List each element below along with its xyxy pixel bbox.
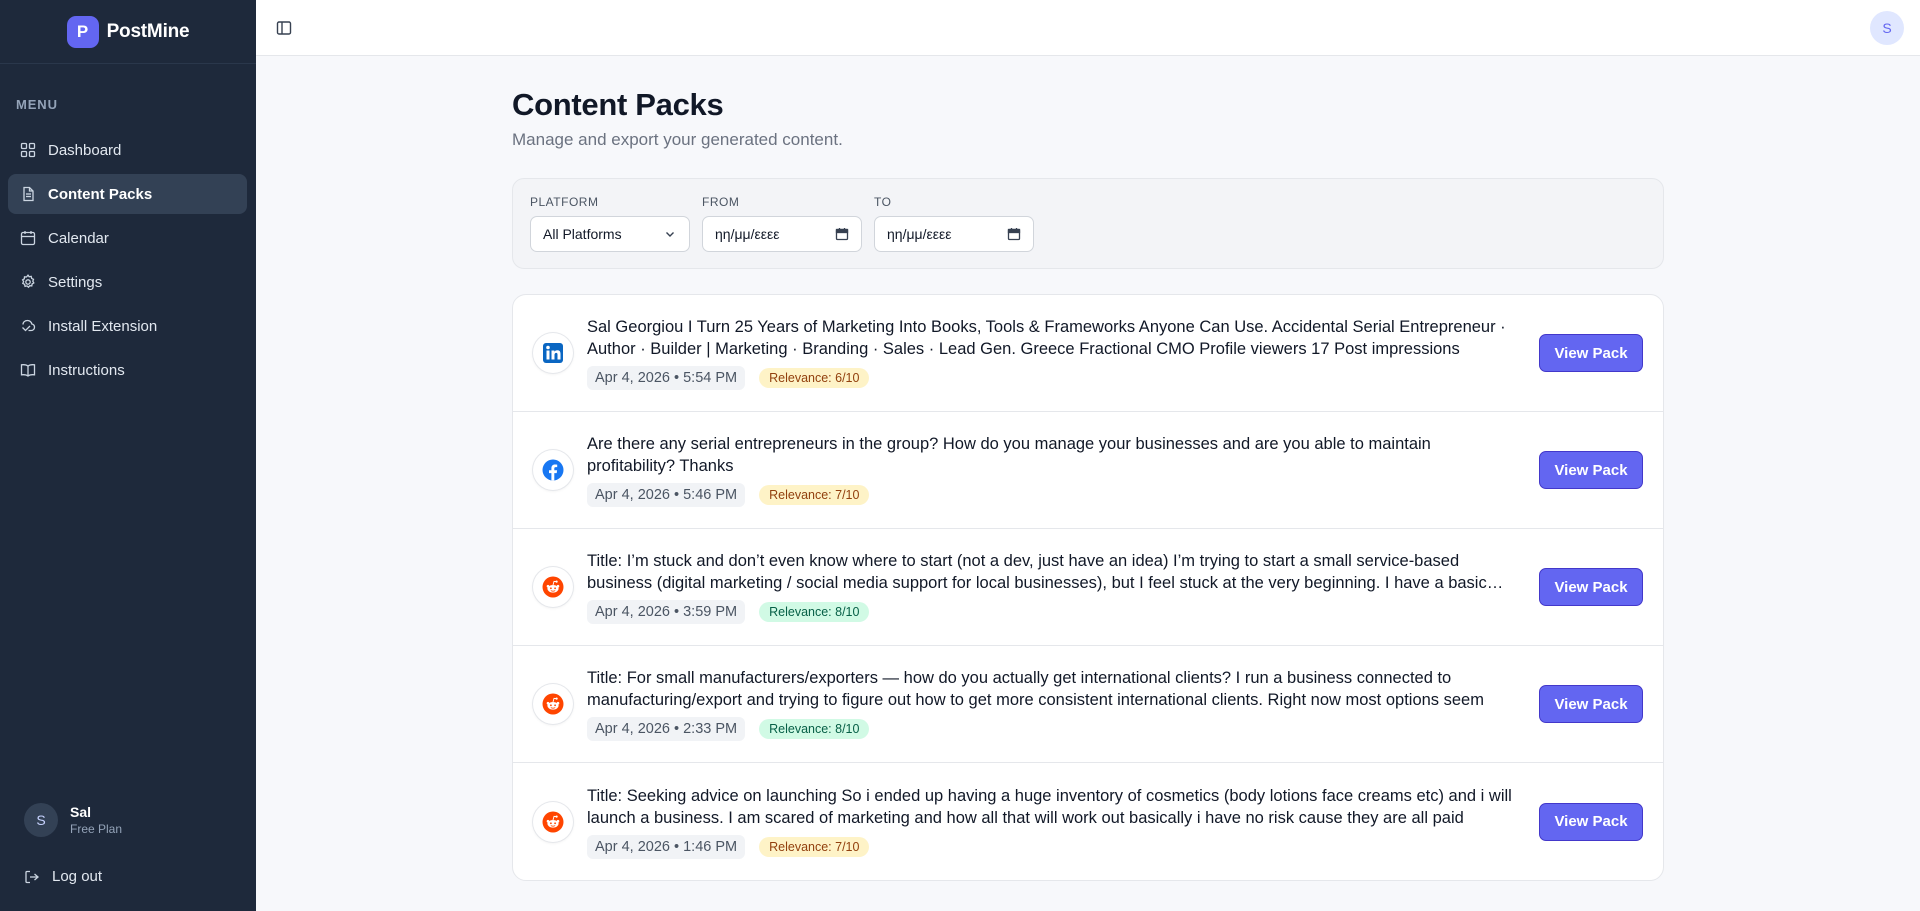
sidebar-item-label: Calendar: [48, 229, 109, 247]
view-pack-button[interactable]: View Pack: [1539, 568, 1643, 606]
view-pack-button[interactable]: View Pack: [1539, 685, 1643, 723]
gear-icon: [20, 274, 36, 290]
sidebar-toggle-button[interactable]: [274, 18, 294, 38]
filters-panel: PLATFORM All Platforms FROM ηη/μμ/εεεε T…: [512, 178, 1664, 269]
logout-button[interactable]: Log out: [24, 868, 102, 885]
platform-select-value: All Platforms: [543, 226, 622, 242]
sidebar-item-label: Settings: [48, 273, 103, 291]
from-filter-label: FROM: [702, 195, 740, 209]
brand-name: PostMine: [106, 20, 190, 42]
from-filter: FROM ηη/μμ/εεεε: [702, 195, 862, 252]
pack-date: Apr 4, 2026 • 1:46 PM: [587, 834, 746, 859]
list-item: Title: Seeking advice on launching So i …: [513, 763, 1663, 880]
facebook-icon: [533, 450, 573, 490]
calendar-picker-icon[interactable]: [835, 227, 849, 241]
document-icon: [20, 186, 36, 202]
pack-date: Apr 4, 2026 • 3:59 PM: [587, 600, 746, 624]
sidebar-item-label: Dashboard: [48, 141, 122, 159]
platform-filter: PLATFORM All Platforms: [530, 195, 690, 252]
sidebar-item-label: Instructions: [48, 361, 125, 379]
sidebar-nav: Dashboard Content Packs Calendar Setting…: [8, 130, 247, 394]
pack-text: Title: I’m stuck and don’t even know whe…: [587, 552, 1487, 592]
relevance-badge: Relevance: 8/10: [759, 719, 870, 739]
topbar: S: [256, 0, 1920, 56]
reddit-icon: [533, 801, 573, 842]
user-plan: Free Plan: [70, 821, 123, 836]
brand-logo: P: [66, 15, 99, 48]
sidebar: P PostMine MENU Dashboard Content Packs …: [0, 0, 256, 911]
page-title: Content Packs: [512, 87, 724, 122]
user-name: Sal: [70, 803, 92, 820]
book-icon: [20, 362, 36, 378]
page-subtitle: Manage and export your generated content…: [512, 130, 843, 149]
sidebar-item-label: Install Extension: [48, 317, 158, 335]
relevance-badge: Relevance: 6/10: [759, 368, 870, 388]
pack-date: Apr 4, 2026 • 2:33 PM: [587, 717, 746, 741]
brand[interactable]: P PostMine: [0, 0, 256, 64]
user-profile[interactable]: S Sal Free Plan: [24, 803, 122, 837]
sidebar-item-install-extension[interactable]: Install Extension: [8, 306, 247, 346]
avatar: S: [24, 803, 58, 837]
view-pack-button[interactable]: View Pack: [1539, 334, 1643, 372]
pack-date: Apr 4, 2026 • 5:46 PM: [587, 483, 746, 507]
from-date-input[interactable]: ηη/μμ/εεεε: [702, 216, 862, 252]
reddit-icon: [533, 684, 573, 724]
view-pack-button[interactable]: View Pack: [1539, 451, 1643, 489]
to-date-input[interactable]: ηη/μμ/εεεε: [874, 216, 1034, 252]
pack-text: Title: For small manufacturers/exporters…: [587, 669, 1484, 709]
list-item: Are there any serial entrepreneurs in th…: [513, 412, 1663, 529]
pack-text: Title: Seeking advice on launching So i …: [587, 786, 1512, 827]
pack-text: Sal Georgiou I Turn 25 Years of Marketin…: [587, 318, 1506, 358]
list-item: Title: For small manufacturers/exporters…: [513, 646, 1663, 763]
linkedin-icon: [533, 333, 573, 373]
platform-select[interactable]: All Platforms: [530, 216, 690, 252]
puzzle-icon: [20, 318, 36, 334]
to-date-placeholder: ηη/μμ/εεεε: [887, 226, 952, 242]
pack-date: Apr 4, 2026 • 5:54 PM: [587, 366, 746, 390]
relevance-badge: Relevance: 7/10: [759, 485, 870, 505]
pack-text: Are there any serial entrepreneurs in th…: [587, 435, 1431, 475]
from-date-placeholder: ηη/μμ/εεεε: [715, 226, 780, 242]
menu-label: MENU: [16, 97, 58, 112]
calendar-picker-icon[interactable]: [1007, 227, 1021, 241]
chevron-down-icon: [663, 227, 677, 241]
main-content: Content Packs Manage and export your gen…: [512, 56, 1664, 881]
sidebar-item-settings[interactable]: Settings: [8, 262, 247, 302]
dashboard-icon: [20, 142, 36, 158]
to-filter: TO ηη/μμ/εεεε: [874, 195, 1034, 252]
relevance-badge: Relevance: 7/10: [759, 836, 870, 857]
relevance-badge: Relevance: 8/10: [759, 602, 870, 622]
sidebar-item-instructions[interactable]: Instructions: [8, 350, 247, 390]
content-pack-list: Sal Georgiou I Turn 25 Years of Marketin…: [512, 294, 1664, 881]
list-item: Sal Georgiou I Turn 25 Years of Marketin…: [513, 295, 1663, 412]
sidebar-item-label: Content Packs: [48, 185, 153, 203]
list-item: Title: I’m stuck and don’t even know whe…: [513, 529, 1663, 646]
logout-icon: [24, 869, 40, 885]
sidebar-item-dashboard[interactable]: Dashboard: [8, 130, 247, 170]
sidebar-item-calendar[interactable]: Calendar: [8, 218, 247, 258]
platform-filter-label: PLATFORM: [530, 195, 599, 209]
calendar-icon: [20, 230, 36, 246]
user-avatar-button[interactable]: S: [1870, 11, 1904, 45]
logout-label: Log out: [52, 868, 103, 885]
view-pack-button[interactable]: View Pack: [1539, 802, 1643, 841]
sidebar-toggle-icon: [276, 20, 292, 36]
reddit-icon: [533, 567, 573, 607]
sidebar-item-content-packs[interactable]: Content Packs: [8, 174, 247, 214]
to-filter-label: TO: [874, 195, 892, 209]
